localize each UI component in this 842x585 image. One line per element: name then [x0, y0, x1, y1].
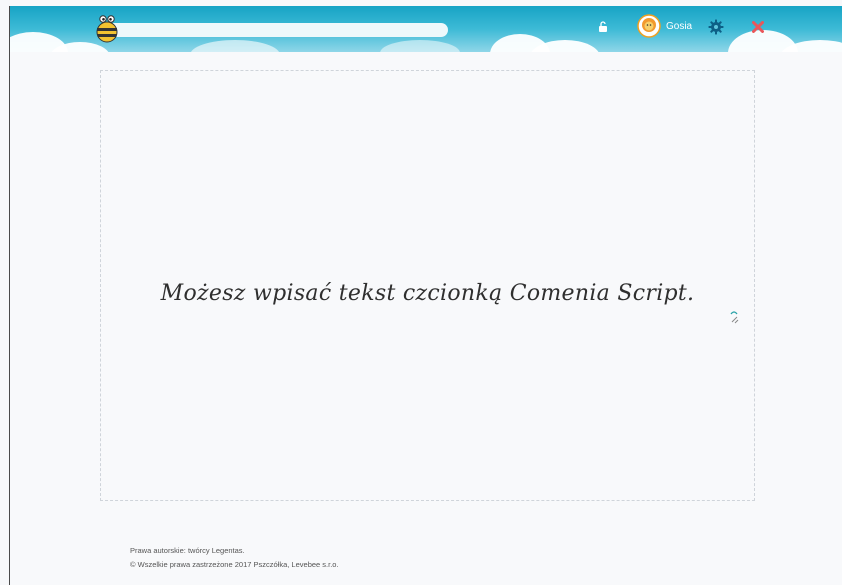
footer-copyright-authors: Prawa autorskie: twórcy Legentas. [130, 546, 245, 555]
header-bar: Gosia [10, 6, 842, 52]
resize-handle-icon[interactable] [728, 309, 740, 325]
lion-avatar-icon[interactable] [637, 14, 661, 38]
cloud-decoration [380, 40, 460, 52]
cloud-decoration [190, 40, 280, 52]
footer: Prawa autorskie: twórcy Legentas. © Wsze… [130, 544, 339, 572]
text-editor-area[interactable]: Możesz wpisać tekst czcionką Comenia Scr… [100, 70, 755, 501]
user-name[interactable]: Gosia [666, 21, 692, 32]
app-frame: Gosia Możesz wpisać tekst czcionką Comen… [9, 6, 842, 585]
unlock-icon[interactable] [598, 21, 608, 33]
close-icon[interactable] [752, 21, 764, 33]
footer-copyright-rights: © Wszelkie prawa zastrzeżone 2017 Pszczó… [130, 560, 339, 569]
progress-bar [102, 23, 448, 37]
gear-icon[interactable] [708, 19, 724, 35]
editor-text[interactable]: Możesz wpisać tekst czcionką Comenia Scr… [101, 281, 754, 306]
bee-logo-icon[interactable] [94, 14, 120, 44]
